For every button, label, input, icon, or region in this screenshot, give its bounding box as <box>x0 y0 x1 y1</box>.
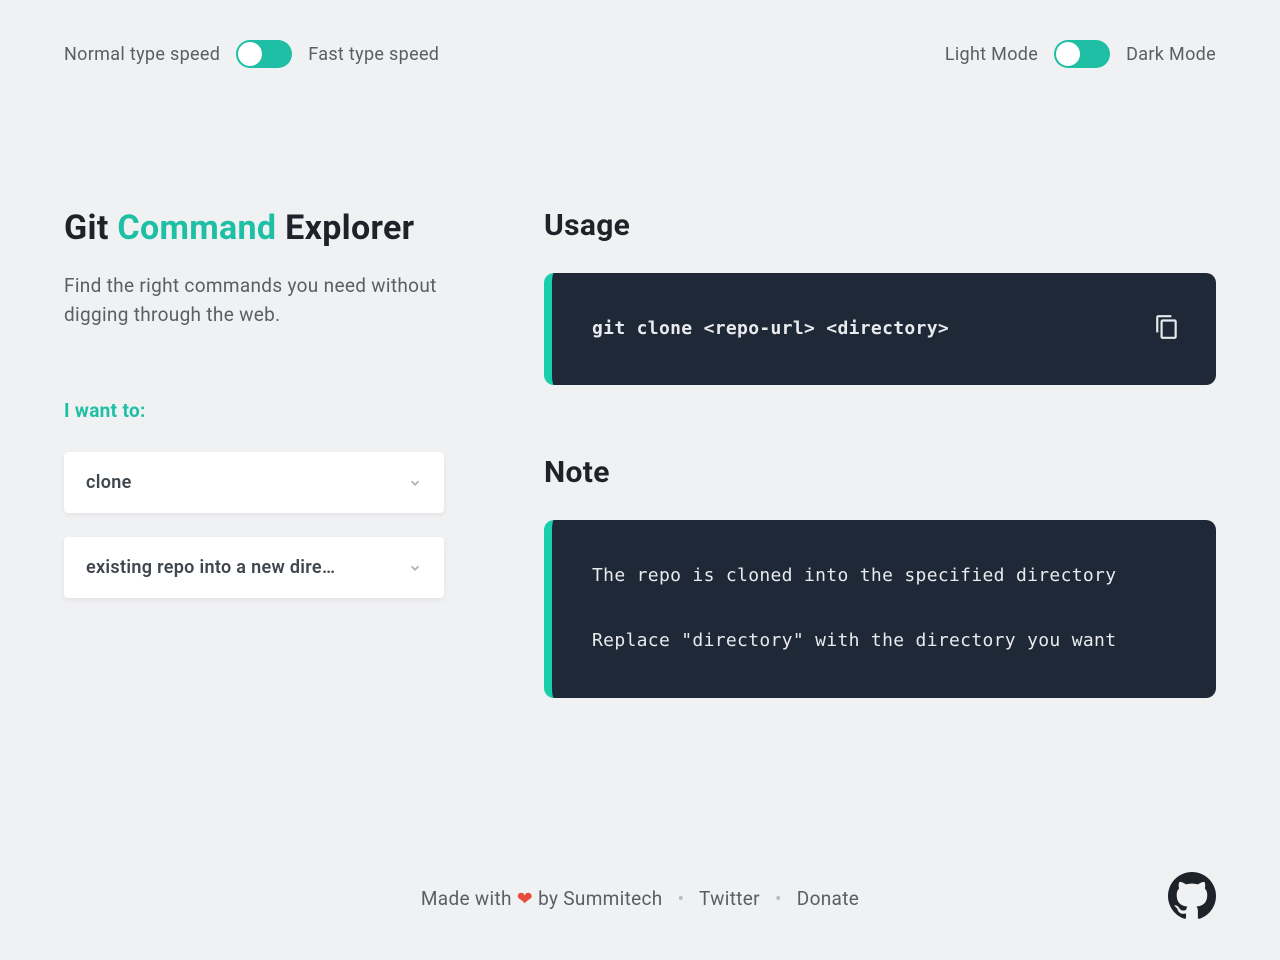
donate-link[interactable]: Donate <box>797 887 859 910</box>
page-title: Git Command Explorer <box>64 208 444 248</box>
type-speed-right-label: Fast type speed <box>308 44 439 65</box>
usage-heading: Usage <box>544 208 1216 243</box>
type-speed-toggle-group: Normal type speed Fast type speed <box>64 40 439 68</box>
heart-icon: ❤ <box>517 887 533 910</box>
type-speed-left-label: Normal type speed <box>64 44 220 65</box>
twitter-link[interactable]: Twitter <box>699 887 760 910</box>
usage-code-block: git clone <repo-url> <directory> <box>544 273 1216 385</box>
subaction-dropdown[interactable]: existing repo into a new dire… <box>64 537 444 598</box>
chevron-down-icon <box>408 476 422 490</box>
note-line-1: The repo is cloned into the specified di… <box>592 560 1176 592</box>
theme-toggle[interactable] <box>1054 40 1110 68</box>
note-block: The repo is cloned into the specified di… <box>544 520 1216 697</box>
theme-left-label: Light Mode <box>945 44 1038 65</box>
chevron-down-icon <box>408 561 422 575</box>
github-icon[interactable] <box>1168 872 1216 920</box>
action-dropdown-value: clone <box>86 472 132 493</box>
copy-icon[interactable] <box>1154 313 1180 341</box>
footer: Made with ❤ by Summitech • Twitter • Don… <box>0 887 1280 910</box>
type-speed-toggle[interactable] <box>236 40 292 68</box>
note-line-2: Replace "directory" with the directory y… <box>592 625 1176 657</box>
page-subtitle: Find the right commands you need without… <box>64 272 444 329</box>
usage-code-text: git clone <repo-url> <directory> <box>592 318 949 339</box>
note-heading: Note <box>544 455 1216 490</box>
action-dropdown[interactable]: clone <box>64 452 444 513</box>
subaction-dropdown-value: existing repo into a new dire… <box>86 557 335 578</box>
theme-toggle-group: Light Mode Dark Mode <box>945 40 1216 68</box>
theme-right-label: Dark Mode <box>1126 44 1216 65</box>
prompt-label: I want to: <box>64 399 444 422</box>
